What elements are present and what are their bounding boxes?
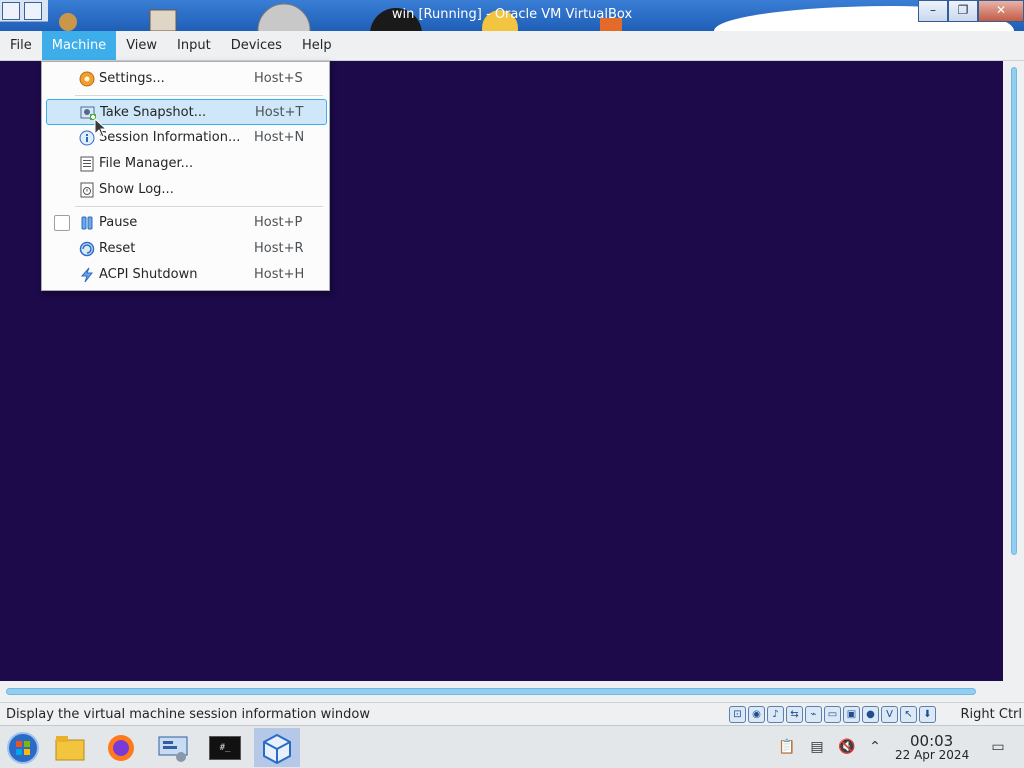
taskbar-firefox[interactable] [98, 728, 144, 767]
menu-item-shortcut: Host+S [254, 71, 303, 86]
usb-icon[interactable]: ⌁ [805, 706, 822, 723]
taskbar-file-manager[interactable] [47, 728, 93, 767]
clipboard-icon[interactable]: 📋 [778, 738, 796, 756]
recording-icon[interactable]: ● [862, 706, 879, 723]
mouse-cursor-icon [94, 118, 108, 138]
display-icon[interactable]: ▣ [843, 706, 860, 723]
menu-item-label: Pause [99, 215, 138, 230]
menu-item-reset[interactable]: Reset Host+R [46, 236, 327, 262]
menu-item-shortcut: Host+R [254, 241, 304, 256]
hard-disk-icon[interactable]: ⊡ [729, 706, 746, 723]
menu-item-session-information[interactable]: Session Information... Host+N [46, 125, 327, 151]
maximize-button[interactable]: ❐ [948, 0, 978, 22]
clock-date[interactable]: 22 Apr 2024 [895, 748, 969, 762]
vertical-scrollbar[interactable] [1003, 61, 1024, 681]
host-key-label: Right Ctrl [960, 707, 1023, 722]
menu-item-label: File Manager... [99, 156, 194, 171]
menu-item-label: Settings... [99, 71, 165, 86]
menu-machine[interactable]: Machine [41, 31, 117, 60]
menu-view[interactable]: View [116, 31, 167, 60]
menu-item-acpi-shutdown[interactable]: ACPI Shutdown Host+H [46, 262, 327, 288]
close-button[interactable]: ✕ [978, 0, 1024, 22]
notes-icon[interactable]: ▤ [808, 738, 826, 756]
acpi-shutdown-icon [80, 267, 94, 283]
virtualbox-icon [263, 733, 291, 764]
horizontal-scrollbar-thumb[interactable] [6, 688, 976, 695]
taskbar: #_ 📋 ▤ 🔇 ⌃ 00:03 22 Apr 2024 ▭ [0, 725, 1024, 768]
statusbar: Display the virtual machine session info… [0, 702, 1024, 725]
menu-file[interactable]: File [0, 31, 42, 60]
machine-menu: Settings... Host+S Take Snapshot... Host… [41, 61, 330, 291]
tray-expand-icon[interactable]: ⌃ [866, 738, 884, 756]
gear-icon [79, 71, 95, 87]
volume-muted-icon[interactable]: 🔇 [838, 738, 856, 756]
keyboard-icon[interactable]: ⬇ [919, 706, 936, 723]
menu-item-label: Reset [99, 241, 136, 256]
network-icon[interactable]: ⇆ [786, 706, 803, 723]
menu-help[interactable]: Help [292, 31, 342, 60]
minimize-button[interactable]: – [918, 0, 948, 22]
menu-separator [75, 95, 323, 96]
file-manager-icon [55, 735, 85, 760]
menu-item-take-snapshot[interactable]: Take Snapshot... Host+T [46, 99, 327, 125]
menu-item-pause[interactable]: Pause Host+P [46, 210, 327, 236]
reset-icon [79, 241, 95, 257]
firefox-icon [108, 734, 134, 761]
status-message: Display the virtual machine session info… [6, 707, 370, 722]
mouse-integration-icon[interactable]: ↖ [900, 706, 917, 723]
virtualization-icon[interactable]: V [881, 706, 898, 723]
vertical-scrollbar-thumb[interactable] [1011, 67, 1017, 555]
window-controls: – ❐ ✕ [918, 0, 1024, 22]
log-icon [80, 182, 94, 198]
menu-item-settings[interactable]: Settings... Host+S [46, 66, 327, 92]
menu-item-label: Session Information... [99, 130, 241, 145]
start-menu-button[interactable] [0, 728, 46, 767]
menu-item-shortcut: Host+P [254, 215, 303, 230]
menu-item-label: ACPI Shutdown [99, 267, 198, 282]
menubar: File Machine View Input Devices Help [0, 31, 1024, 61]
menu-item-label: Show Log... [99, 182, 174, 197]
terminal-icon: #_ [209, 735, 241, 760]
show-desktop-icon[interactable]: ▭ [989, 738, 1007, 756]
status-indicators: ⊡ ◉ ♪ ⇆ ⌁ ▭ ▣ ● V ↖ ⬇ [729, 706, 936, 723]
pause-icon [81, 216, 93, 230]
taskbar-system-settings[interactable] [150, 728, 196, 767]
menu-separator [75, 206, 323, 207]
info-icon [79, 130, 95, 146]
menu-item-show-log[interactable]: Show Log... [46, 177, 327, 203]
menu-item-shortcut: Host+T [255, 105, 304, 120]
menu-item-shortcut: Host+H [254, 267, 305, 282]
system-settings-icon [158, 736, 188, 762]
shared-folders-icon[interactable]: ▭ [824, 706, 841, 723]
menu-devices[interactable]: Devices [221, 31, 292, 60]
audio-icon[interactable]: ♪ [767, 706, 784, 723]
menu-item-shortcut: Host+N [254, 130, 305, 145]
taskbar-terminal[interactable]: #_ [202, 728, 248, 767]
menu-item-file-manager[interactable]: File Manager... [46, 151, 327, 177]
window-title: win [Running] - Oracle VM VirtualBox [391, 7, 633, 22]
optical-drive-icon[interactable]: ◉ [748, 706, 765, 723]
start-menu-icon [7, 731, 39, 764]
window-titlebar[interactable]: win [Running] - Oracle VM VirtualBox – ❐… [0, 0, 1024, 31]
menu-item-label: Take Snapshot... [100, 105, 207, 120]
taskbar-virtualbox[interactable] [254, 728, 300, 767]
file-manager-icon [80, 156, 94, 172]
horizontal-scrollbar[interactable] [0, 681, 1024, 702]
pause-checkbox[interactable] [54, 215, 70, 231]
menu-input[interactable]: Input [167, 31, 221, 60]
